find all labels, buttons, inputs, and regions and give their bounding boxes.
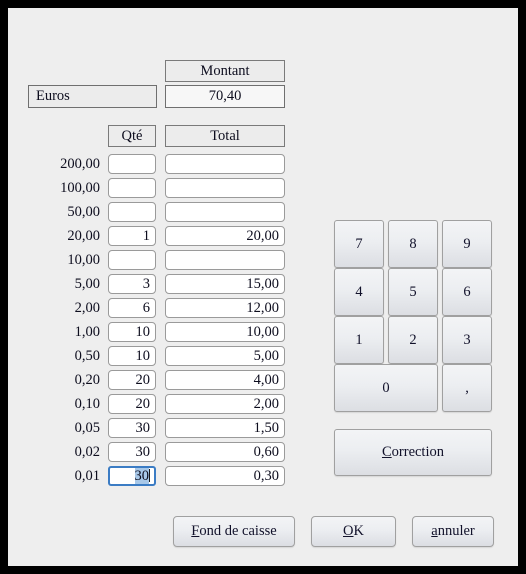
total-field (165, 202, 285, 222)
qty-input[interactable] (108, 250, 156, 270)
total-field (165, 154, 285, 174)
text-cursor (149, 469, 150, 482)
total-field: 1,50 (165, 418, 285, 438)
total-field: 12,00 (165, 298, 285, 318)
qty-input[interactable]: 1 (108, 226, 156, 246)
qty-input[interactable] (108, 178, 156, 198)
total-field: 2,00 (165, 394, 285, 414)
amount-total-field: 70,40 (165, 85, 285, 108)
keypad-key-8[interactable]: 8 (388, 220, 438, 268)
denomination-label: 1,00 (74, 324, 100, 340)
qty-input-value: 30 (134, 468, 149, 484)
denomination-label: 5,00 (74, 276, 100, 292)
denomination-row: 0,02 30 0,60 (8, 442, 308, 466)
total-column-header: Total (165, 125, 285, 147)
total-field (165, 178, 285, 198)
keypad-key-0[interactable]: 0 (334, 364, 438, 412)
amount-header-label: Montant (200, 62, 250, 79)
amount-column-header: Montant (165, 60, 285, 82)
amount-total-value: 70,40 (208, 88, 242, 104)
keypad-key-decimal[interactable]: , (442, 364, 492, 412)
denomination-row: 10,00 (8, 250, 308, 274)
denomination-label: 2,00 (74, 300, 100, 316)
denomination-label: 0,05 (74, 420, 100, 436)
correction-button[interactable]: Correction (334, 429, 492, 476)
qty-input[interactable]: 30 (108, 418, 156, 438)
correction-label: Correction (381, 444, 444, 460)
keypad-key-3[interactable]: 3 (442, 316, 492, 364)
qty-input[interactable]: 10 (108, 322, 156, 342)
denomination-label: 20,00 (67, 228, 100, 244)
denomination-row: 0,01 30 0,30 (8, 466, 308, 490)
denomination-label: 0,01 (74, 468, 100, 484)
total-field (165, 250, 285, 270)
correction-mnemonic: C (381, 444, 392, 460)
denomination-label: 50,00 (67, 204, 100, 220)
denomination-label: 0,10 (74, 396, 100, 412)
denomination-row: 1,00 10 10,00 (8, 322, 308, 346)
cancel-button[interactable]: annuler (412, 516, 494, 547)
keypad-key-9[interactable]: 9 (442, 220, 492, 268)
ok-button[interactable]: OK (311, 516, 396, 547)
cancel-label: annuler (431, 523, 475, 539)
denomination-label: 0,50 (74, 348, 100, 364)
total-field: 4,00 (165, 370, 285, 390)
qty-input[interactable]: 10 (108, 346, 156, 366)
qty-input[interactable] (108, 154, 156, 174)
keypad-key-5[interactable]: 5 (388, 268, 438, 316)
denomination-row: 20,00 1 20,00 (8, 226, 308, 250)
qty-input[interactable]: 20 (108, 370, 156, 390)
denomination-label: 10,00 (67, 252, 100, 268)
qty-input[interactable]: 20 (108, 394, 156, 414)
denomination-row: 0,05 30 1,50 (8, 418, 308, 442)
keypad-key-6[interactable]: 6 (442, 268, 492, 316)
cash-count-dialog: Montant Euros 70,40 Qté Total 200,00 100,… (8, 8, 518, 566)
denomination-label: 100,00 (60, 180, 100, 196)
keypad-key-7[interactable]: 7 (334, 220, 384, 268)
qty-column-header: Qté (108, 125, 156, 147)
qty-input[interactable]: 3 (108, 274, 156, 294)
ok-label: OK (343, 523, 364, 539)
qty-column-label: Qté (121, 127, 143, 144)
denomination-label: 200,00 (60, 156, 100, 172)
denomination-row: 2,00 6 12,00 (8, 298, 308, 322)
qty-input[interactable]: 6 (108, 298, 156, 318)
total-field: 0,30 (165, 466, 285, 486)
denomination-row: 0,50 10 5,00 (8, 346, 308, 370)
denomination-label: 0,20 (74, 372, 100, 388)
fond-de-caisse-label: Fond de caisse (191, 523, 277, 539)
keypad-key-2[interactable]: 2 (388, 316, 438, 364)
denomination-row: 100,00 (8, 178, 308, 202)
qty-input[interactable]: 30 (108, 466, 156, 486)
denomination-row: 0,20 20 4,00 (8, 370, 308, 394)
total-field: 0,60 (165, 442, 285, 462)
denomination-row: 5,00 3 15,00 (8, 274, 308, 298)
keypad-key-1[interactable]: 1 (334, 316, 384, 364)
total-field: 20,00 (165, 226, 285, 246)
denomination-row: 200,00 (8, 154, 308, 178)
keypad-key-4[interactable]: 4 (334, 268, 384, 316)
total-field: 10,00 (165, 322, 285, 342)
total-column-label: Total (210, 127, 240, 144)
total-field: 5,00 (165, 346, 285, 366)
currency-label-box: Euros (28, 85, 157, 108)
total-field: 15,00 (165, 274, 285, 294)
fond-de-caisse-button[interactable]: Fond de caisse (173, 516, 295, 547)
qty-input[interactable]: 30 (108, 442, 156, 462)
currency-label: Euros (36, 88, 70, 104)
denomination-row: 50,00 (8, 202, 308, 226)
denomination-label: 0,02 (74, 444, 100, 460)
denomination-rows: 200,00 100,00 50,00 20,00 1 20,00 10,00 5,00 3 15… (8, 154, 308, 490)
qty-input[interactable] (108, 202, 156, 222)
denomination-row: 0,10 20 2,00 (8, 394, 308, 418)
